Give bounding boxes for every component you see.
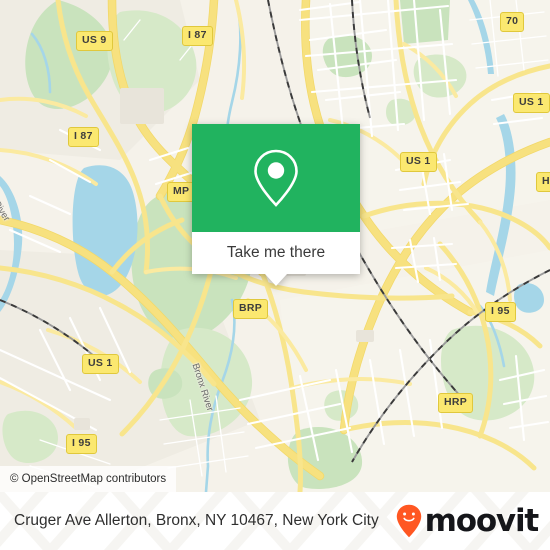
highway-shield-i87[interactable]: I 87 — [182, 26, 213, 46]
highway-shield-brp[interactable]: BRP — [233, 299, 269, 319]
highway-shield-hrp[interactable]: HRP — [438, 393, 474, 413]
footer-bar: Cruger Ave Allerton, Bronx, NY 10467, Ne… — [0, 492, 550, 550]
moovit-wordmark: moovit — [424, 502, 540, 539]
highway-shield-us9[interactable]: US 9 — [76, 31, 113, 51]
highway-shield-us1[interactable]: US 1 — [400, 152, 437, 172]
take-me-there-popup[interactable]: Take me there — [192, 124, 360, 286]
highway-shield-i95[interactable]: I 95 — [485, 302, 516, 322]
highway-shield-h[interactable]: H — [536, 172, 550, 192]
moovit-pin-smiley-icon — [396, 504, 421, 538]
app-root: Bronx River n River US 9 I 87 70 US 1 I … — [0, 0, 550, 550]
osm-attribution[interactable]: © OpenStreetMap contributors — [0, 466, 177, 492]
popup-icon-area — [192, 124, 360, 232]
moovit-logo[interactable]: moovit — [396, 502, 540, 539]
highway-shield-i87[interactable]: I 87 — [68, 127, 99, 147]
map-pin-icon — [254, 149, 298, 207]
highway-shield-us1[interactable]: US 1 — [513, 93, 550, 113]
highway-shield-i95[interactable]: I 95 — [66, 434, 97, 454]
highway-shield-us1[interactable]: US 1 — [82, 354, 119, 374]
take-me-there-button[interactable]: Take me there — [192, 232, 360, 274]
popup-pointer — [265, 274, 287, 286]
location-title: Cruger Ave Allerton, Bronx, NY 10467, Ne… — [14, 512, 379, 529]
take-me-there-label: Take me there — [226, 244, 326, 261]
highway-shield-70[interactable]: 70 — [500, 12, 525, 32]
